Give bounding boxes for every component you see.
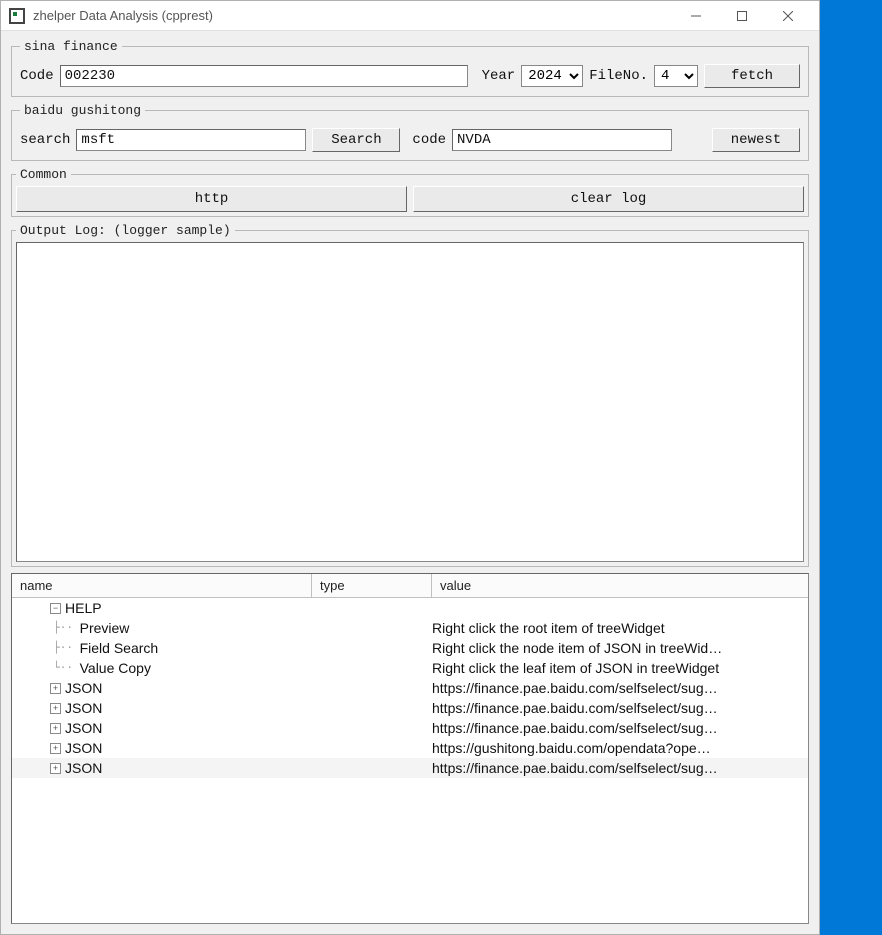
search-input[interactable]	[76, 129, 306, 151]
tree-item-value: https://gushitong.baidu.com/opendata?ope…	[432, 738, 808, 758]
output-log-legend: Output Log: (logger sample)	[16, 223, 235, 238]
tree-row[interactable]: −HELP	[12, 598, 808, 618]
fileno-label: FileNo.	[589, 68, 648, 84]
tree-item-name: Value Copy	[80, 658, 151, 678]
tree-item-value: Right click the node item of JSON in tre…	[432, 638, 808, 658]
tree-item-name: Preview	[80, 618, 130, 638]
tree-item-name: JSON	[65, 738, 102, 758]
expand-icon[interactable]: +	[50, 683, 61, 694]
tree-item-name: JSON	[65, 758, 102, 778]
expand-icon[interactable]: +	[50, 723, 61, 734]
tree-line: ├··	[20, 638, 80, 658]
fileno-select[interactable]: 4	[654, 65, 698, 87]
http-button[interactable]: http	[16, 186, 407, 212]
tree-item-value	[432, 598, 808, 618]
expand-icon[interactable]: +	[50, 763, 61, 774]
tree-item-value: Right click the leaf item of JSON in tre…	[432, 658, 808, 678]
baidu-code-label: code	[412, 132, 446, 148]
tree-widget[interactable]: name type value −HELP ├·· Preview Right c…	[11, 573, 809, 924]
code-input[interactable]	[60, 65, 468, 87]
minimize-icon	[691, 11, 701, 21]
tree-item-value: https://finance.pae.baidu.com/selfselect…	[432, 758, 808, 778]
tree-header-name[interactable]: name	[12, 574, 312, 597]
expand-icon[interactable]: +	[50, 703, 61, 714]
tree-row[interactable]: └·· Value Copy Right click the leaf item …	[12, 658, 808, 678]
search-button[interactable]: Search	[312, 128, 400, 152]
common-group: Common http clear log	[11, 167, 809, 217]
common-legend: Common	[16, 167, 71, 182]
tree-item-value: https://finance.pae.baidu.com/selfselect…	[432, 678, 808, 698]
collapse-icon[interactable]: −	[50, 603, 61, 614]
maximize-icon	[737, 11, 747, 21]
output-log-group: Output Log: (logger sample)	[11, 223, 809, 567]
tree-item-value: https://finance.pae.baidu.com/selfselect…	[432, 718, 808, 738]
tree-row[interactable]: + JSON https://finance.pae.baidu.com/selfs…	[12, 698, 808, 718]
app-window: zhelper Data Analysis (cpprest) sina fin…	[0, 0, 820, 935]
close-icon	[783, 11, 793, 21]
window-title: zhelper Data Analysis (cpprest)	[33, 8, 213, 23]
tree-item-name: Field Search	[80, 638, 159, 658]
title-bar: zhelper Data Analysis (cpprest)	[1, 1, 819, 31]
output-log-textarea[interactable]	[16, 242, 804, 562]
minimize-button[interactable]	[673, 1, 719, 31]
tree-header-value[interactable]: value	[432, 574, 808, 597]
tree-line: └··	[20, 658, 80, 678]
tree-item-value: Right click the root item of treeWidget	[432, 618, 808, 638]
tree-row[interactable]: ├·· Field Search Right click the node ite…	[12, 638, 808, 658]
code-label: Code	[20, 68, 54, 84]
sina-finance-group: sina finance Code Year 2024 FileNo. 4 fe…	[11, 39, 809, 97]
sina-finance-legend: sina finance	[20, 39, 122, 54]
baidu-gushitong-group: baidu gushitong search Search code newes…	[11, 103, 809, 161]
baidu-gushitong-legend: baidu gushitong	[20, 103, 145, 118]
tree-item-value: https://finance.pae.baidu.com/selfselect…	[432, 698, 808, 718]
tree-item-name: HELP	[65, 598, 102, 618]
year-label: Year	[482, 68, 516, 84]
tree-item-name: JSON	[65, 698, 102, 718]
fetch-button[interactable]: fetch	[704, 64, 800, 88]
tree-item-name: JSON	[65, 718, 102, 738]
tree-header-type[interactable]: type	[312, 574, 432, 597]
maximize-button[interactable]	[719, 1, 765, 31]
tree-line: ├··	[20, 618, 80, 638]
tree-row[interactable]: + JSON https://finance.pae.baidu.com/selfs…	[12, 758, 808, 778]
tree-row[interactable]: ├·· Preview Right click the root item of …	[12, 618, 808, 638]
newest-button[interactable]: newest	[712, 128, 800, 152]
expand-icon[interactable]: +	[50, 743, 61, 754]
year-select[interactable]: 2024	[521, 65, 583, 87]
search-label: search	[20, 132, 70, 148]
content-area: sina finance Code Year 2024 FileNo. 4 fe…	[1, 31, 819, 934]
baidu-code-input[interactable]	[452, 129, 672, 151]
tree-item-name: JSON	[65, 678, 102, 698]
tree-row[interactable]: + JSON https://gushitong.baidu.com/opendat…	[12, 738, 808, 758]
clear-log-button[interactable]: clear log	[413, 186, 804, 212]
tree-body: −HELP ├·· Preview Right click the root it…	[12, 598, 808, 923]
close-button[interactable]	[765, 1, 811, 31]
tree-row[interactable]: + JSON https://finance.pae.baidu.com/selfs…	[12, 718, 808, 738]
app-icon	[9, 8, 25, 24]
tree-header: name type value	[12, 574, 808, 598]
tree-row[interactable]: + JSON https://finance.pae.baidu.com/selfs…	[12, 678, 808, 698]
